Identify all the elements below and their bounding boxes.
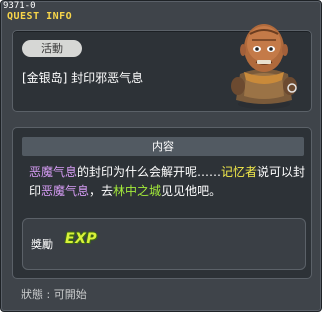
description-text: 见见他吧。 — [161, 184, 222, 198]
keyword-memory-keeper: 记忆者 — [221, 165, 258, 179]
description-text: ，去 — [89, 184, 114, 198]
quest-description: 恶魔气息的封印为什么会解开呢……记忆者说可以封印恶魔气息，去林中之城见见他吧。 — [29, 163, 309, 201]
quest-name: [金银岛] 封印邪恶气息 — [22, 71, 144, 85]
npc-portrait-icon — [231, 24, 297, 109]
exp-icon: EXP — [65, 231, 98, 247]
quest-status: 狀態 : 可開始 — [21, 288, 87, 301]
window-title: QUEST INFO — [7, 11, 73, 22]
content-header: 内容 — [22, 137, 304, 156]
description-text: 的封印为什么会解开呢…… — [77, 165, 222, 179]
quest-code: 9371-0 — [3, 1, 36, 11]
keyword-demon-aura: 恶魔气息 — [41, 184, 90, 198]
reward-box: 獎勵 EXP — [22, 218, 306, 270]
keyword-demon-aura: 恶魔气息 — [29, 165, 78, 179]
quest-info-window: 9371-0 QUEST INFO 活動 [金银岛] 封印邪恶气息 内容 恶魔气… — [0, 0, 322, 312]
keyword-forest-city: 林中之城 — [113, 184, 162, 198]
reward-label: 獎勵 — [31, 238, 53, 251]
quest-content-panel: 内容 恶魔气息的封印为什么会解开呢……记忆者说可以封印恶魔气息，去林中之城见见他… — [12, 127, 312, 279]
category-badge: 活動 — [22, 40, 82, 57]
